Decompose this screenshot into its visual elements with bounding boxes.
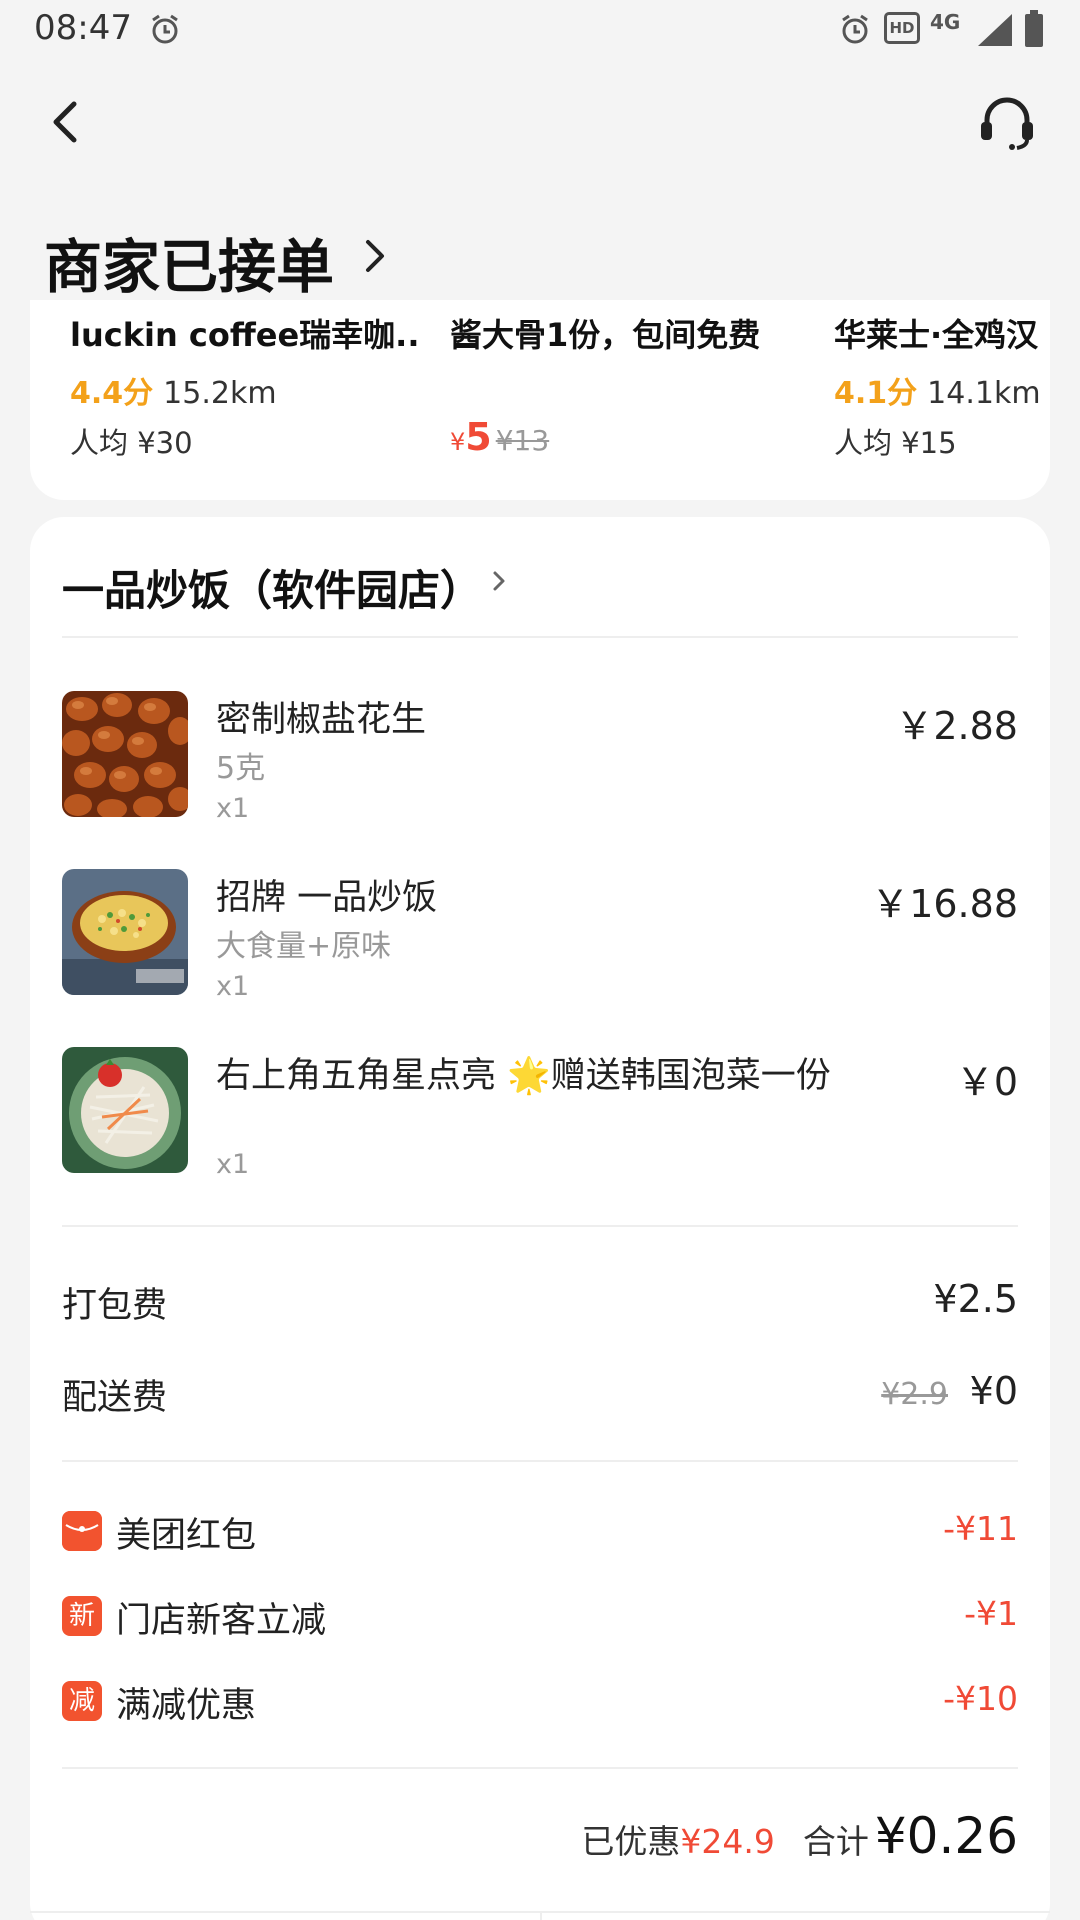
divider xyxy=(62,1225,1018,1227)
delivery-fee-label: 配送费 xyxy=(62,1378,168,1418)
rec-shop-name: luckin coffee瑞幸咖... xyxy=(70,316,420,354)
packing-fee-row: 打包费 ¥2.5 xyxy=(62,1277,1018,1327)
original-price: ¥13 xyxy=(495,424,550,457)
rec-distance: 14.1km xyxy=(927,376,1041,411)
item-price: ￥16.88 xyxy=(871,882,1018,926)
divider xyxy=(62,636,1018,638)
rec-deal-name: 酱大骨1份，包间免费 xyxy=(450,316,761,354)
headset-icon[interactable] xyxy=(978,96,1036,150)
item-price: ￥2.88 xyxy=(895,704,1018,748)
hd-icon: HD xyxy=(884,12,920,44)
chevron-right-icon[interactable] xyxy=(490,565,510,597)
discount-row-full-reduction: 减 满减优惠 -¥10 xyxy=(62,1677,1018,1727)
price-symbol: ¥ xyxy=(450,428,466,456)
status-time: 08:47 xyxy=(34,8,132,48)
signal-icon xyxy=(978,14,1012,46)
full-reduction-badge: 减 xyxy=(62,1681,102,1721)
delivery-fee-row: 配送费 ¥2.9 ¥0 xyxy=(62,1369,1018,1419)
order-item[interactable]: 密制椒盐花生 5克 x1 ￥2.88 xyxy=(62,691,1018,824)
discount-label: 门店新客立减 xyxy=(116,1601,327,1641)
chevron-right-icon[interactable] xyxy=(360,232,390,280)
rec-deal-price: ¥5 ¥13 xyxy=(450,415,549,459)
rec-rating: 4.1分 14.1km xyxy=(834,368,1041,412)
discount-row-red-packet: 美团红包 -¥11 xyxy=(62,1507,1018,1557)
alarm-status-icon xyxy=(842,14,868,44)
order-item[interactable]: 右上角五角星点亮 🌟赠送韩国泡菜一份 x1 ￥0 xyxy=(62,1047,1018,1180)
saved-label: 已优惠 xyxy=(581,1822,681,1861)
divider xyxy=(62,1460,1018,1462)
item-spec: 5克 xyxy=(216,751,266,786)
packing-fee-label: 打包费 xyxy=(62,1286,168,1326)
back-icon[interactable] xyxy=(46,98,86,146)
saved-value: ¥24.9 xyxy=(680,1822,775,1861)
order-total: 已优惠¥24.9 合计 ¥0.26 xyxy=(581,1807,1018,1865)
shop-name[interactable]: 一品炒饭（软件园店） xyxy=(62,557,482,618)
item-price: ￥0 xyxy=(955,1060,1018,1104)
item-quantity: x1 xyxy=(216,793,250,824)
discount-value: -¥10 xyxy=(943,1679,1018,1718)
discount-label: 美团红包 xyxy=(116,1516,257,1556)
packing-fee-value: ¥2.5 xyxy=(933,1277,1018,1321)
item-image-peanuts xyxy=(62,691,188,817)
red-packet-icon xyxy=(62,1511,102,1551)
delivery-fee-value: ¥0 xyxy=(969,1369,1018,1413)
discount-row-new-customer: 新 门店新客立减 -¥1 xyxy=(62,1592,1018,1642)
item-image-fried-rice xyxy=(62,869,188,995)
discount-value: -¥1 xyxy=(964,1594,1018,1633)
rating-score: 4.4分 xyxy=(70,376,154,411)
item-quantity: x1 xyxy=(216,971,250,1002)
discount-value: -¥11 xyxy=(943,1509,1018,1548)
discount-label: 满减优惠 xyxy=(116,1686,257,1726)
delivery-fee-original: ¥2.9 xyxy=(881,1377,948,1412)
order-item[interactable]: 招牌 一品炒饭 大食量+原味 x1 ￥16.88 xyxy=(62,869,1018,1002)
item-quantity: x1 xyxy=(216,1149,250,1180)
page-title[interactable]: 商家已接单 xyxy=(44,220,334,304)
rec-avg-price: 人均 ¥30 xyxy=(70,426,193,460)
item-name: 右上角五角星点亮 🌟赠送韩国泡菜一份 xyxy=(216,1056,831,1096)
order-card: 一品炒饭（软件园店） 密制椒盐花生 5克 x1 ￥2.88 招牌 一品炒饭 大食… xyxy=(30,517,1050,1920)
alarm-icon xyxy=(152,14,178,44)
battery-icon xyxy=(1025,10,1043,47)
rec-distance: 15.2km xyxy=(163,376,277,411)
rec-avg-price: 人均 ¥15 xyxy=(834,426,957,460)
item-name: 密制椒盐花生 xyxy=(216,700,427,740)
total-label: 合计 xyxy=(802,1822,869,1861)
new-customer-badge: 新 xyxy=(62,1596,102,1636)
recommendation-carousel[interactable]: luckin coffee瑞幸咖... 4.4分 15.2km 人均 ¥30 酱大… xyxy=(30,300,1050,500)
divider xyxy=(540,1913,542,1920)
rec-shop-name: 华莱士·全鸡汉 xyxy=(834,316,1039,354)
item-image-kimchi xyxy=(62,1047,188,1173)
deal-price: 5 xyxy=(465,415,492,459)
4g-icon: 4G xyxy=(930,10,961,34)
rec-rating: 4.4分 15.2km xyxy=(70,368,277,412)
item-spec: 大食量+原味 xyxy=(216,929,392,964)
item-name: 招牌 一品炒饭 xyxy=(216,878,438,918)
divider xyxy=(62,1767,1018,1769)
total-value: ¥0.26 xyxy=(874,1807,1018,1865)
rating-score: 4.1分 xyxy=(834,376,918,411)
